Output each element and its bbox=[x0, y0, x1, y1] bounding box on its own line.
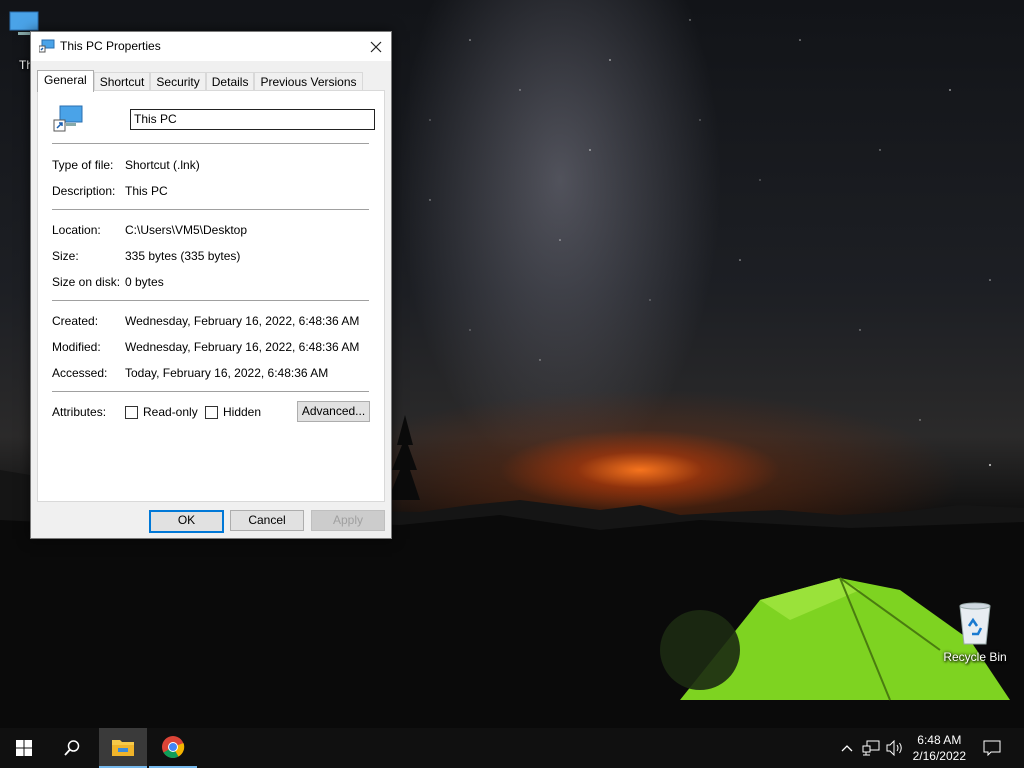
start-button[interactable] bbox=[0, 728, 48, 768]
network-icon bbox=[862, 740, 880, 756]
show-hidden-icons-button[interactable] bbox=[838, 728, 856, 768]
tab-shortcut[interactable]: Shortcut bbox=[93, 72, 151, 91]
chevron-up-icon bbox=[841, 745, 853, 752]
ok-button[interactable]: OK bbox=[149, 510, 224, 533]
file-explorer-taskbar-button[interactable] bbox=[99, 728, 147, 768]
created-label: Created: bbox=[52, 314, 99, 328]
network-button[interactable] bbox=[860, 728, 882, 768]
hidden-label: Hidden bbox=[223, 405, 262, 419]
chrome-taskbar-button[interactable] bbox=[149, 728, 197, 768]
created-value: Wednesday, February 16, 2022, 6:48:36 AM bbox=[125, 314, 360, 328]
recycle-bin-label: Recycle Bin bbox=[943, 650, 1007, 664]
hidden-checkbox[interactable]: Hidden bbox=[205, 405, 261, 419]
size-on-disk-label: Size on disk: bbox=[52, 275, 121, 289]
folder-icon bbox=[112, 740, 134, 756]
description-value: This PC bbox=[125, 184, 168, 198]
tab-security[interactable]: Security bbox=[150, 72, 206, 91]
clock-time: 6:48 AM bbox=[917, 733, 962, 747]
checkbox-box[interactable] bbox=[125, 405, 138, 419]
modified-label: Modified: bbox=[52, 340, 101, 354]
readonly-label: Read-only bbox=[143, 405, 198, 419]
accessed-value: Today, February 16, 2022, 6:48:36 AM bbox=[125, 366, 329, 380]
notification-icon bbox=[983, 740, 1001, 756]
description-label: Description: bbox=[52, 184, 116, 198]
clock-date: 2/16/2022 bbox=[912, 749, 966, 763]
close-button[interactable] bbox=[361, 32, 391, 61]
action-center-button[interactable] bbox=[976, 728, 1008, 768]
type-of-file-label: Type of file: bbox=[52, 158, 114, 172]
readonly-checkbox[interactable]: Read-only bbox=[125, 405, 198, 419]
speaker-icon bbox=[886, 740, 902, 756]
general-tab-panel: This PC Type of file: Shortcut (.lnk) De… bbox=[37, 90, 385, 502]
dialog-title: This PC Properties bbox=[60, 39, 161, 53]
separator bbox=[52, 143, 369, 144]
cancel-button[interactable]: Cancel bbox=[230, 510, 304, 531]
location-value: C:\Users\VM5\Desktop bbox=[125, 223, 248, 237]
size-label: Size: bbox=[52, 249, 79, 263]
recycle-bin-icon bbox=[959, 602, 991, 645]
modified-value: Wednesday, February 16, 2022, 6:48:36 AM bbox=[125, 340, 360, 354]
taskbar: 6:48 AM 2/16/2022 bbox=[0, 728, 1024, 768]
large-shortcut-icon bbox=[53, 105, 83, 132]
search-button[interactable] bbox=[48, 728, 96, 768]
tab-details[interactable]: Details bbox=[205, 72, 255, 91]
attributes-label: Attributes: bbox=[52, 405, 107, 419]
tab-previous-versions[interactable]: Previous Versions bbox=[254, 72, 363, 91]
dialog-titlebar[interactable]: This PC Properties bbox=[31, 32, 391, 61]
windows-logo-icon bbox=[16, 740, 32, 756]
volume-button[interactable] bbox=[884, 728, 906, 768]
separator bbox=[52, 300, 369, 301]
type-of-file-value: Shortcut (.lnk) bbox=[125, 158, 200, 172]
chrome-icon bbox=[162, 736, 185, 758]
tab-general[interactable]: General bbox=[37, 70, 94, 92]
desktop-icon-recycle-bin[interactable]: Recycle Bin bbox=[942, 600, 1008, 664]
taskbar-clock[interactable]: 6:48 AM 2/16/2022 bbox=[913, 732, 966, 764]
separator bbox=[52, 209, 369, 210]
advanced-button[interactable]: Advanced... bbox=[297, 401, 370, 422]
size-value: 335 bytes (335 bytes) bbox=[125, 249, 241, 263]
name-field[interactable]: This PC bbox=[130, 109, 375, 130]
accessed-label: Accessed: bbox=[52, 366, 108, 380]
close-icon bbox=[370, 41, 382, 52]
location-label: Location: bbox=[52, 223, 101, 237]
separator bbox=[52, 391, 369, 392]
size-on-disk-value: 0 bytes bbox=[125, 275, 164, 289]
properties-dialog: This PC Properties General Shortcut Secu… bbox=[30, 31, 392, 539]
tab-strip: General Shortcut Security Details Previo… bbox=[37, 70, 363, 92]
checkbox-box[interactable] bbox=[205, 405, 218, 419]
search-icon bbox=[64, 740, 80, 756]
apply-button[interactable]: Apply bbox=[311, 510, 385, 531]
shortcut-computer-icon bbox=[39, 39, 55, 53]
